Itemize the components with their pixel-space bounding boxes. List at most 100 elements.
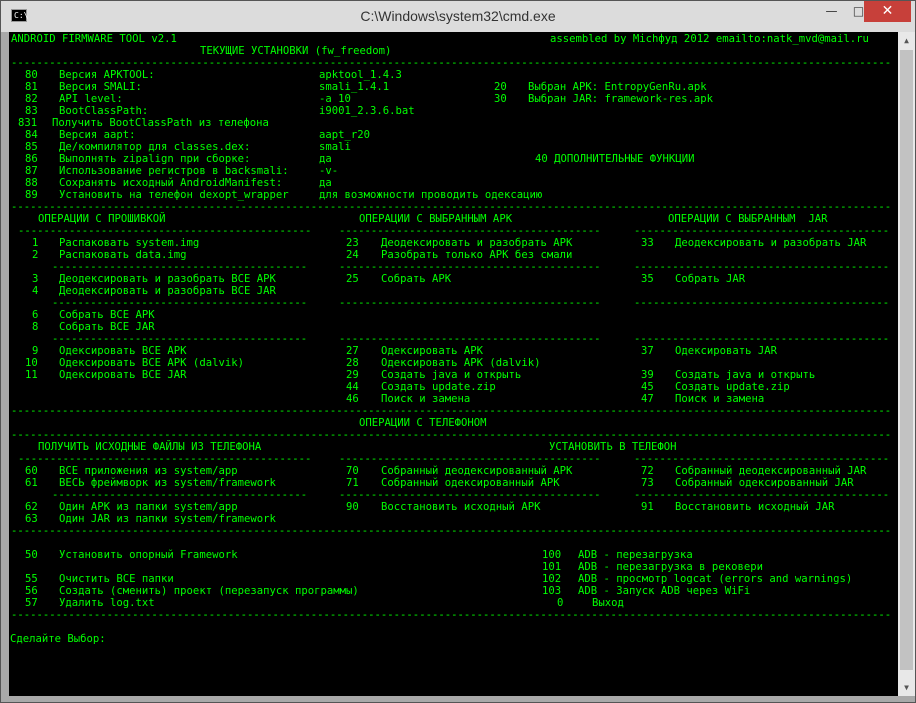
- menu-num: 29: [346, 369, 359, 381]
- setting-num: 831: [18, 117, 38, 129]
- setting-value: apktool_1.4.3: [319, 69, 402, 81]
- menu-item: Одексировать JAR: [675, 345, 778, 357]
- setting-num: 86: [25, 153, 38, 165]
- setting-label: Выполнять zipalign при сборке:: [59, 153, 251, 165]
- setting-num: 84: [25, 129, 38, 141]
- menu-item: ADB - перезагрузка: [578, 549, 693, 561]
- divider: ----------------------------------------…: [339, 225, 601, 237]
- menu-num: 63: [25, 513, 38, 525]
- menu-item: Собрать ВСЕ APK: [59, 309, 155, 321]
- menu-item: Создать java и открыть: [381, 369, 522, 381]
- divider: ----------------------------------------…: [11, 429, 892, 441]
- divider: ----------------------------------------…: [339, 333, 601, 345]
- menu-num: 61: [25, 477, 38, 489]
- section-phone: ОПЕРАЦИИ С ТЕЛЕФОНОМ: [359, 417, 487, 429]
- setting-num: 82: [25, 93, 38, 105]
- menu-num: 33: [641, 237, 654, 249]
- setting-value: да: [319, 153, 332, 165]
- menu-item: Деодексировать и разобрать ВСЕ APK: [59, 273, 276, 285]
- divider: ----------------------------------------…: [18, 225, 312, 237]
- menu-item: Собранный деодексированный APK: [381, 465, 573, 477]
- menu-item: Восстановить исходный JAR: [675, 501, 835, 513]
- menu-item: Разобрать только APK без смали: [381, 249, 573, 261]
- menu-num: 47: [641, 393, 654, 405]
- divider: ----------------------------------------…: [339, 297, 601, 309]
- menu-num: 56: [25, 585, 38, 597]
- close-button[interactable]: ✕: [864, 1, 911, 22]
- setting-value: -v-: [319, 165, 339, 177]
- divider: ----------------------------------------…: [11, 609, 892, 621]
- setting-label: Использование регистров в backsmali:: [59, 165, 289, 177]
- menu-item: Выход: [592, 597, 624, 609]
- minimize-button[interactable]: —: [818, 1, 845, 22]
- menu-item: Собрать APK: [381, 273, 452, 285]
- menu-item: Распаковать system.img: [59, 237, 200, 249]
- menu-item: Один JAR из папки system/framework: [59, 513, 276, 525]
- menu-item: Собрать JAR: [675, 273, 746, 285]
- scroll-thumb[interactable]: [900, 50, 913, 670]
- menu-num: 103: [542, 585, 562, 597]
- setting-value: для возможности проводить одексацию: [319, 189, 543, 201]
- title-bar[interactable]: C:\ C:\Windows\system32\cmd.exe — □ ✕: [1, 1, 915, 32]
- vertical-scrollbar[interactable]: ▲ ▼: [898, 32, 915, 696]
- menu-num: 37: [641, 345, 654, 357]
- divider: ----------------------------------------: [634, 261, 890, 273]
- menu-num: 24: [346, 249, 359, 261]
- setting-label: Установить на телефон dexopt_wrapper: [59, 189, 289, 201]
- menu-num: 57: [25, 597, 38, 609]
- menu-num: 102: [542, 573, 562, 585]
- menu-item: ВЕСЬ фреймворк из system/framework: [59, 477, 276, 489]
- settings-title: ТЕКУЩИЕ УСТАНОВКИ (fw_freedom): [200, 45, 392, 57]
- selected-apk-num: 20: [494, 81, 507, 93]
- menu-num: 90: [346, 501, 359, 513]
- menu-num: 9: [32, 345, 39, 357]
- setting-value: -a 10: [319, 93, 351, 105]
- extra-functions: 40 ДОПОЛНИТЕЛЬНЫЕ ФУНКЦИИ: [535, 153, 695, 165]
- setting-label: Версия APKTOOL:: [59, 69, 155, 81]
- console-output[interactable]: ANDROID FIRMWARE TOOL v2.1 assembled by …: [9, 32, 898, 696]
- menu-num: 100: [542, 549, 562, 561]
- section-apk: ОПЕРАЦИИ С ВЫБРАННЫМ APK: [359, 213, 513, 225]
- divider: ----------------------------------------: [52, 333, 308, 345]
- menu-item: Распаковать data.img: [59, 249, 187, 261]
- menu-num: 23: [346, 237, 359, 249]
- menu-num: 101: [542, 561, 562, 573]
- scroll-up-arrow-icon[interactable]: ▲: [898, 32, 915, 49]
- setting-label: Версия SMALI:: [59, 81, 142, 93]
- menu-item: Собранный одексированный JAR: [675, 477, 854, 489]
- setting-value: i9001_2.3.6.bat: [319, 105, 415, 117]
- menu-item: Одексировать APK (dalvik): [381, 357, 541, 369]
- menu-num: 73: [641, 477, 654, 489]
- setting-num: 80: [25, 69, 38, 81]
- divider: ----------------------------------------…: [11, 201, 892, 213]
- menu-item: Собранный одексированный APK: [381, 477, 560, 489]
- menu-num: 35: [641, 273, 654, 285]
- section-get-files: ПОЛУЧИТЬ ИСХОДНЫЕ ФАЙЛЫ ИЗ ТЕЛЕФОНА: [38, 441, 262, 453]
- divider: ----------------------------------------: [634, 453, 890, 465]
- menu-item: Собрать ВСЕ JAR: [59, 321, 155, 333]
- setting-num: 85: [25, 141, 38, 153]
- section-firmware: ОПЕРАЦИИ С ПРОШИВКОЙ: [38, 213, 166, 225]
- selected-jar-num: 30: [494, 93, 507, 105]
- setting-label: Де/компилятор для classes.dex:: [59, 141, 251, 153]
- menu-num: 1: [32, 237, 39, 249]
- divider: ----------------------------------------: [52, 261, 308, 273]
- menu-num: 62: [25, 501, 38, 513]
- menu-num: 6: [32, 309, 39, 321]
- setting-label: API level:: [59, 93, 123, 105]
- input-prompt[interactable]: Сделайте Выбор:: [10, 633, 106, 645]
- divider: ----------------------------------------…: [339, 453, 601, 465]
- menu-item: Одексировать ВСЕ APK (dalvik): [59, 357, 244, 369]
- setting-label: Получить BootClassPath из телефона: [52, 117, 269, 129]
- setting-num: 89: [25, 189, 38, 201]
- menu-item: Очистить ВСЕ папки: [59, 573, 174, 585]
- menu-num: 72: [641, 465, 654, 477]
- setting-value: да: [319, 177, 332, 189]
- menu-item: Создать java и открыть: [675, 369, 816, 381]
- window-title: C:\Windows\system32\cmd.exe: [360, 8, 556, 24]
- menu-item: Деодексировать и разобрать ВСЕ JAR: [59, 285, 276, 297]
- menu-num: 11: [25, 369, 38, 381]
- menu-item: Поиск и замена: [675, 393, 765, 405]
- scroll-down-arrow-icon[interactable]: ▼: [898, 679, 915, 696]
- menu-num: 91: [641, 501, 654, 513]
